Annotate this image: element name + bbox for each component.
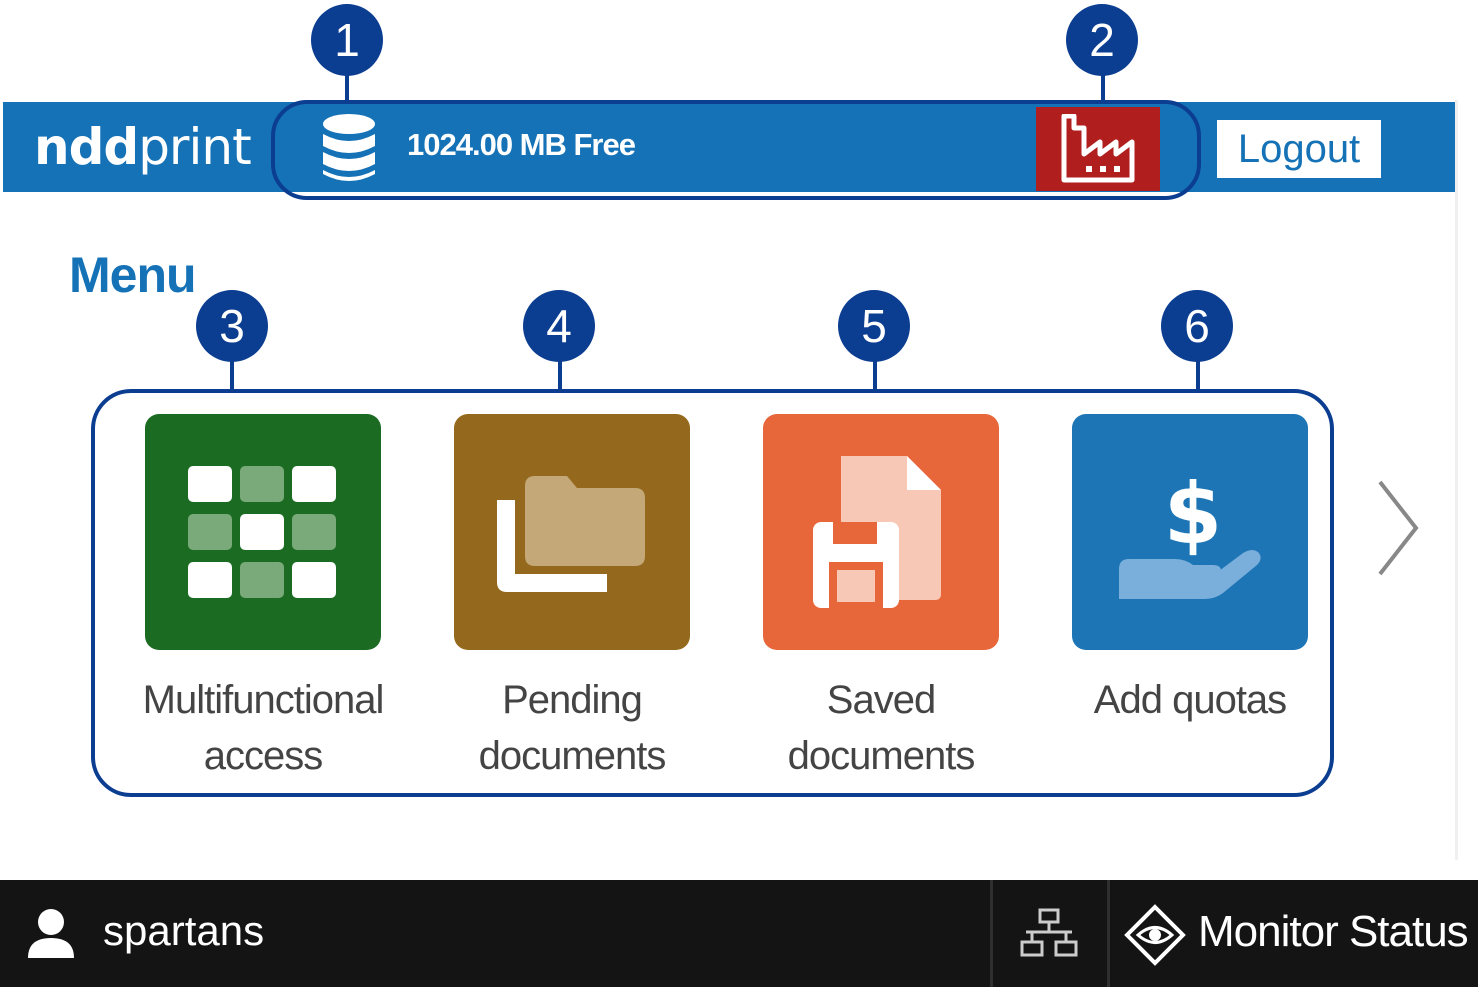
callout-4: 4 xyxy=(523,290,595,362)
tile-label-add-quotas: Add quotas xyxy=(1040,672,1340,728)
chevron-right-icon xyxy=(1378,480,1419,576)
callout-1: 1 xyxy=(311,4,383,76)
money-hand-icon: $ xyxy=(1119,465,1261,599)
network-button[interactable] xyxy=(1020,908,1078,963)
tile-label-line1: Add quotas xyxy=(1093,678,1287,722)
tile-add-quotas[interactable]: $ xyxy=(1072,414,1308,650)
tile-pending-documents[interactable] xyxy=(454,414,690,650)
callout-2-stem xyxy=(1101,74,1105,102)
username: spartans xyxy=(103,907,265,954)
tile-label-line1: Saved xyxy=(826,678,936,722)
user-icon xyxy=(26,908,76,965)
grid-icon xyxy=(188,466,336,598)
save-document-icon xyxy=(813,456,941,608)
tile-label-line2: documents xyxy=(478,734,667,778)
callout-6: 6 xyxy=(1161,290,1233,362)
network-icon xyxy=(1020,908,1078,957)
tile-label-saved-documents: Saved documents xyxy=(731,672,1031,784)
tile-label-multifunctional-access: Multifunctional access xyxy=(113,672,413,784)
callout-1-stem xyxy=(345,74,349,102)
eye-diamond-icon xyxy=(1124,904,1186,971)
tile-saved-documents[interactable] xyxy=(763,414,999,650)
page-title: Menu xyxy=(69,247,197,303)
next-page-button[interactable] xyxy=(1372,478,1422,583)
svg-text:$: $ xyxy=(1164,465,1222,563)
logout-button[interactable]: Logout xyxy=(1217,120,1381,178)
tile-label-line1: Pending xyxy=(502,678,643,722)
tile-label-pending-documents: Pending documents xyxy=(422,672,722,784)
tile-label-line2: documents xyxy=(787,734,976,778)
folders-icon xyxy=(497,476,645,592)
tile-multifunctional-access[interactable] xyxy=(145,414,381,650)
callout-5-stem xyxy=(873,360,877,390)
right-edge-divider xyxy=(1455,100,1458,860)
status-separator-2 xyxy=(1107,880,1110,987)
callout-3: 3 xyxy=(196,290,268,362)
callout-4-stem xyxy=(558,360,562,390)
tile-label-line2: access xyxy=(203,734,324,778)
nddprint-logo: nddprint xyxy=(34,118,252,176)
status-separator-1 xyxy=(990,880,993,987)
callout-2: 2 xyxy=(1066,4,1138,76)
callout-3-stem xyxy=(230,360,234,390)
monitor-status-button[interactable]: Monitor Status xyxy=(1198,907,1469,957)
tile-label-line1: Multifunctional xyxy=(142,678,385,722)
callout-5: 5 xyxy=(838,290,910,362)
callout-6-stem xyxy=(1196,360,1200,390)
callout-1-2-outline xyxy=(271,100,1201,200)
